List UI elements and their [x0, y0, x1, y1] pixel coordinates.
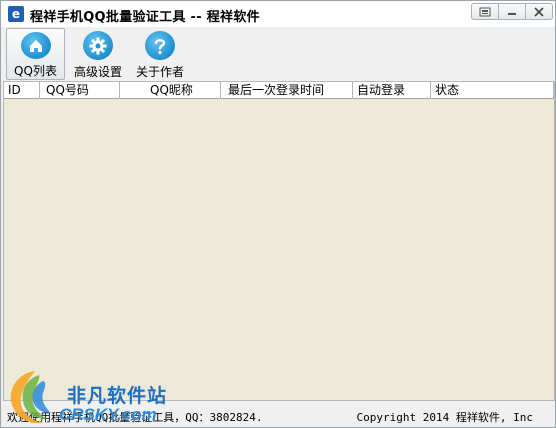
title-bar[interactable]: e 程祥手机QQ批量验证工具 -- 程祥软件	[1, 1, 555, 27]
window-controls	[471, 3, 553, 20]
column-header-qq-number[interactable]: QQ号码	[40, 82, 120, 99]
watermark-logo-icon	[10, 371, 51, 424]
home-icon	[20, 32, 51, 59]
minimize-icon	[508, 12, 516, 15]
column-header-last-login-time[interactable]: 最后一次登录时间	[221, 82, 353, 99]
watermark-text-domain: CRSKY.com	[59, 405, 157, 424]
app-window: e 程祥手机QQ批量验证工具 -- 程祥软件 QQ列表 高级设置 关于作者 ID…	[0, 0, 556, 428]
list-header: ID QQ号码 QQ昵称 最后一次登录时间 自动登录 状态	[4, 82, 554, 99]
question-icon	[145, 31, 175, 60]
qq-list-label: QQ列表	[14, 64, 57, 78]
minimize-button[interactable]	[498, 3, 526, 20]
watermark: 非凡软件站 CRSKY.com	[5, 367, 168, 428]
status-copyright-text: Copyright 2014 程祥软件, Inc	[356, 411, 533, 424]
column-header-auto-login[interactable]: 自动登录	[353, 82, 431, 99]
qq-list-view[interactable]: ID QQ号码 QQ昵称 最后一次登录时间 自动登录 状态	[3, 81, 555, 401]
about-author-button[interactable]: 关于作者	[131, 28, 189, 80]
watermark-text-chinese: 非凡软件站	[67, 386, 168, 407]
about-author-label: 关于作者	[135, 65, 184, 79]
advanced-settings-label: 高级设置	[73, 65, 122, 79]
window-title: 程祥手机QQ批量验证工具 -- 程祥软件	[30, 10, 260, 25]
restore-icon	[479, 7, 491, 16]
qq-list-button[interactable]: QQ列表	[6, 28, 65, 80]
list-body[interactable]	[4, 99, 554, 400]
column-header-status[interactable]: 状态	[431, 82, 554, 99]
restore-button[interactable]	[471, 3, 499, 20]
advanced-settings-button[interactable]: 高级设置	[69, 28, 127, 80]
toolbar: QQ列表 高级设置 关于作者	[1, 27, 555, 81]
close-icon	[534, 6, 544, 17]
app-icon: e	[8, 6, 24, 22]
gear-icon	[83, 31, 113, 60]
column-header-qq-nickname[interactable]: QQ昵称	[120, 82, 221, 99]
column-header-id[interactable]: ID	[4, 82, 40, 99]
close-button[interactable]	[525, 3, 553, 20]
